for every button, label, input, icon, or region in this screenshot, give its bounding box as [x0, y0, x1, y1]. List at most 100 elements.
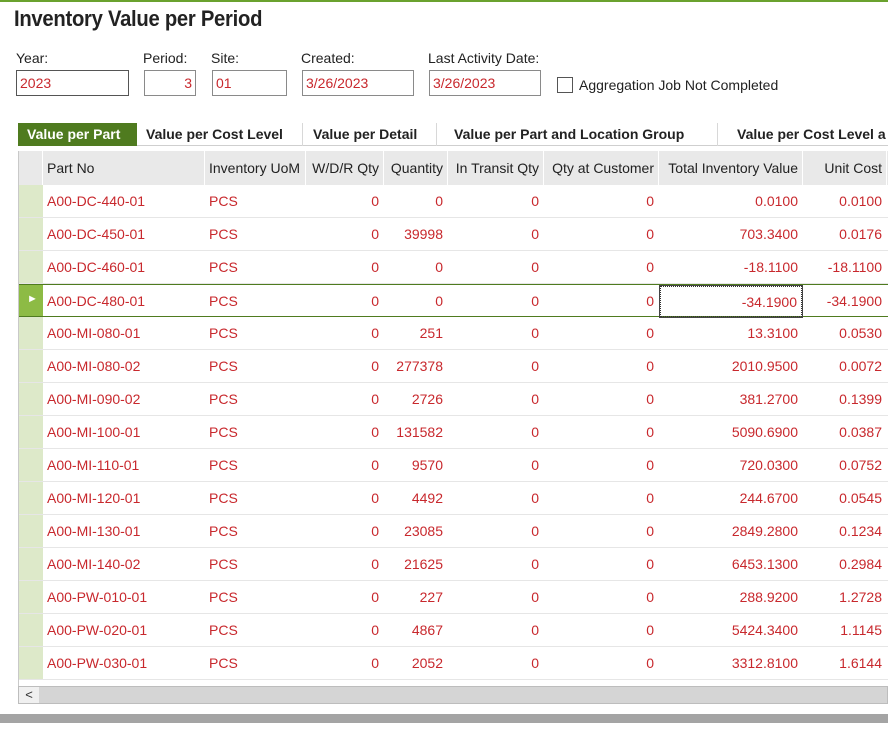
- cell-quantity[interactable]: 2052: [384, 647, 448, 680]
- table-row[interactable]: A00-PW-010-01 PCS 0 227 0 0 288.9200 1.2728: [19, 581, 888, 614]
- cell-total-inventory-value[interactable]: 5424.3400: [659, 614, 803, 647]
- cell-unit-cost[interactable]: 0.0072: [803, 350, 887, 383]
- cell-unit-cost[interactable]: 0.0530: [803, 317, 887, 350]
- cell-total-inventory-value[interactable]: 13.3100: [659, 317, 803, 350]
- cell-qty-at-customer[interactable]: 0: [544, 515, 659, 548]
- cell-inventory-uom[interactable]: PCS: [205, 218, 306, 251]
- cell-quantity[interactable]: 21625: [384, 548, 448, 581]
- cell-inventory-uom[interactable]: PCS: [205, 482, 306, 515]
- cell-unit-cost[interactable]: 0.0387: [803, 416, 887, 449]
- cell-part-no[interactable]: A00-MI-090-02: [43, 383, 205, 416]
- cell-part-no[interactable]: A00-MI-120-01: [43, 482, 205, 515]
- cell-unit-cost[interactable]: 0.2984: [803, 548, 887, 581]
- cell-qty-at-customer[interactable]: 0: [544, 614, 659, 647]
- cell-unit-cost[interactable]: 1.2728: [803, 581, 887, 614]
- cell-inventory-uom[interactable]: PCS: [205, 416, 306, 449]
- cell-quantity[interactable]: 277378: [384, 350, 448, 383]
- cell-total-inventory-value[interactable]: 2849.2800: [659, 515, 803, 548]
- col-total-inventory-value[interactable]: Total Inventory Value: [659, 151, 803, 185]
- table-row[interactable]: A00-PW-020-01 PCS 0 4867 0 0 5424.3400 1.1145: [19, 614, 888, 647]
- period-field[interactable]: [144, 70, 196, 96]
- col-part-no[interactable]: Part No: [43, 151, 205, 185]
- cell-inventory-uom[interactable]: PCS: [205, 449, 306, 482]
- cell-qty-at-customer[interactable]: 0: [544, 251, 659, 284]
- cell-inventory-uom[interactable]: PCS: [205, 350, 306, 383]
- col-inventory-uom[interactable]: Inventory UoM: [205, 151, 306, 185]
- table-row[interactable]: A00-MI-110-01 PCS 0 9570 0 0 720.0300 0.0752: [19, 449, 888, 482]
- cell-part-no[interactable]: A00-PW-010-01: [43, 581, 205, 614]
- row-selector[interactable]: [19, 581, 43, 613]
- cell-qty-at-customer[interactable]: 0: [544, 548, 659, 581]
- cell-in-transit-qty[interactable]: 0: [448, 185, 544, 218]
- cell-inventory-uom[interactable]: PCS: [205, 614, 306, 647]
- cell-wdr-qty[interactable]: 0: [306, 185, 384, 218]
- aggregation-checkbox[interactable]: [557, 77, 573, 93]
- cell-inventory-uom[interactable]: PCS: [205, 317, 306, 350]
- cell-in-transit-qty[interactable]: 0: [448, 317, 544, 350]
- cell-qty-at-customer[interactable]: 0: [544, 285, 659, 318]
- table-row[interactable]: A00-DC-450-01 PCS 0 39998 0 0 703.3400 0.0176: [19, 218, 888, 251]
- cell-total-inventory-value[interactable]: 288.9200: [659, 581, 803, 614]
- cell-in-transit-qty[interactable]: 0: [448, 350, 544, 383]
- cell-inventory-uom[interactable]: PCS: [205, 647, 306, 680]
- cell-wdr-qty[interactable]: 0: [306, 449, 384, 482]
- cell-total-inventory-value[interactable]: 244.6700: [659, 482, 803, 515]
- cell-total-inventory-value[interactable]: 381.2700: [659, 383, 803, 416]
- cell-inventory-uom[interactable]: PCS: [205, 383, 306, 416]
- cell-in-transit-qty[interactable]: 0: [448, 251, 544, 284]
- cell-in-transit-qty[interactable]: 0: [448, 647, 544, 680]
- table-row[interactable]: A00-MI-130-01 PCS 0 23085 0 0 2849.2800 0.1234: [19, 515, 888, 548]
- cell-inventory-uom[interactable]: PCS: [205, 251, 306, 284]
- cell-in-transit-qty[interactable]: 0: [448, 218, 544, 251]
- cell-quantity[interactable]: 4492: [384, 482, 448, 515]
- cell-wdr-qty[interactable]: 0: [306, 350, 384, 383]
- cell-qty-at-customer[interactable]: 0: [544, 449, 659, 482]
- col-wdr-qty[interactable]: W/D/R Qty: [306, 151, 384, 185]
- cell-qty-at-customer[interactable]: 0: [544, 185, 659, 218]
- tab-value-per-cost-level-a[interactable]: Value per Cost Level a: [728, 123, 888, 146]
- cell-total-inventory-value[interactable]: -34.1900: [659, 285, 803, 318]
- cell-in-transit-qty[interactable]: 0: [448, 285, 544, 318]
- site-field[interactable]: [212, 70, 287, 96]
- cell-wdr-qty[interactable]: 0: [306, 647, 384, 680]
- cell-in-transit-qty[interactable]: 0: [448, 482, 544, 515]
- cell-wdr-qty[interactable]: 0: [306, 614, 384, 647]
- cell-quantity[interactable]: 0: [384, 251, 448, 284]
- cell-in-transit-qty[interactable]: 0: [448, 515, 544, 548]
- row-selector[interactable]: [19, 251, 43, 283]
- cell-total-inventory-value[interactable]: 720.0300: [659, 449, 803, 482]
- cell-wdr-qty[interactable]: 0: [306, 482, 384, 515]
- cell-quantity[interactable]: 0: [384, 185, 448, 218]
- row-selector[interactable]: [19, 185, 43, 217]
- cell-qty-at-customer[interactable]: 0: [544, 383, 659, 416]
- cell-part-no[interactable]: A00-MI-140-02: [43, 548, 205, 581]
- cell-part-no[interactable]: A00-MI-080-02: [43, 350, 205, 383]
- cell-qty-at-customer[interactable]: 0: [544, 416, 659, 449]
- cell-in-transit-qty[interactable]: 0: [448, 581, 544, 614]
- cell-inventory-uom[interactable]: PCS: [205, 581, 306, 614]
- cell-inventory-uom[interactable]: PCS: [205, 285, 306, 318]
- row-selector[interactable]: [19, 548, 43, 580]
- cell-total-inventory-value[interactable]: 3312.8100: [659, 647, 803, 680]
- tab-value-per-detail[interactable]: Value per Detail: [304, 123, 437, 146]
- year-field[interactable]: [16, 70, 129, 96]
- table-row[interactable]: A00-MI-080-02 PCS 0 277378 0 0 2010.9500 0.0072: [19, 350, 888, 383]
- cell-wdr-qty[interactable]: 0: [306, 251, 384, 284]
- table-row[interactable]: A00-MI-090-02 PCS 0 2726 0 0 381.2700 0.1399: [19, 383, 888, 416]
- cell-total-inventory-value[interactable]: -18.1100: [659, 251, 803, 284]
- cell-inventory-uom[interactable]: PCS: [205, 515, 306, 548]
- cell-part-no[interactable]: A00-DC-450-01: [43, 218, 205, 251]
- cell-unit-cost[interactable]: 0.0545: [803, 482, 887, 515]
- row-selector[interactable]: [19, 218, 43, 250]
- cell-total-inventory-value[interactable]: 703.3400: [659, 218, 803, 251]
- cell-wdr-qty[interactable]: 0: [306, 581, 384, 614]
- row-selector[interactable]: [19, 383, 43, 415]
- cell-unit-cost[interactable]: -18.1100: [803, 251, 887, 284]
- cell-qty-at-customer[interactable]: 0: [544, 350, 659, 383]
- cell-unit-cost[interactable]: 0.0176: [803, 218, 887, 251]
- table-row[interactable]: A00-MI-080-01 PCS 0 251 0 0 13.3100 0.0530: [19, 317, 888, 350]
- cell-quantity[interactable]: 39998: [384, 218, 448, 251]
- cell-part-no[interactable]: A00-DC-480-01: [43, 285, 205, 318]
- cell-quantity[interactable]: 9570: [384, 449, 448, 482]
- cell-in-transit-qty[interactable]: 0: [448, 449, 544, 482]
